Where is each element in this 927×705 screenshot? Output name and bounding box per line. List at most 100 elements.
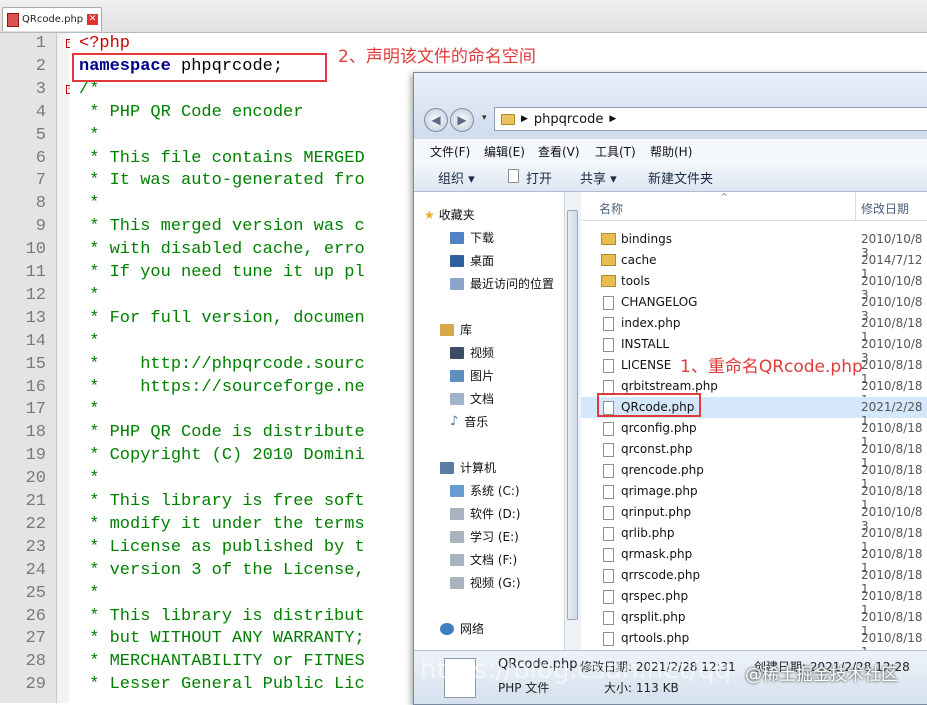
code-line[interactable]: * [79, 584, 99, 603]
nav-drive-f[interactable]: 文档 (F:) [450, 551, 517, 568]
nav-recent-places[interactable]: 最近访问的位置 [450, 275, 554, 292]
share-button[interactable]: 共享 ▾ [580, 168, 617, 187]
rename-highlight-box [597, 393, 701, 417]
code-line[interactable]: * If you need tune it up pl [79, 263, 364, 282]
file-list: 名称 ^ 修改日期 bindings 2010/10/8 3 cache 2014/7… [581, 192, 927, 659]
file-row[interactable]: qrmask.php 2010/8/18 1 [581, 544, 927, 575]
nav-videos[interactable]: 视频 [450, 344, 494, 361]
code-line[interactable]: * with disabled cache, erro [79, 240, 364, 259]
file-row[interactable]: index.php 2010/8/18 1 [581, 313, 927, 344]
file-row[interactable]: qrimage.php 2010/8/18 1 [581, 481, 927, 512]
code-line[interactable]: * modify it under the terms [79, 515, 364, 534]
code-line[interactable]: * [79, 332, 99, 351]
code-line[interactable]: * but WITHOUT ANY WARRANTY; [79, 629, 364, 648]
code-line[interactable]: * http://phpqrcode.sourc [79, 355, 364, 374]
nav-pictures[interactable]: 图片 [450, 367, 494, 384]
code-line[interactable]: <?php [79, 34, 130, 53]
menu-file[interactable]: 文件(F) [430, 143, 470, 160]
nav-network[interactable]: 网络 [440, 620, 484, 637]
code-line[interactable]: * License as published by t [79, 538, 364, 557]
code-line[interactable]: * [79, 194, 99, 213]
file-row[interactable]: tools 2010/10/8 3 [581, 271, 927, 302]
nav-drive-g[interactable]: 视频 (G:) [450, 574, 521, 591]
file-row[interactable]: qrinput.php 2010/10/8 3 [581, 502, 927, 533]
drive-icon [450, 530, 464, 543]
nav-desktop[interactable]: 桌面 [450, 252, 494, 269]
annotation-rename: 1、重命名QRcode.php [680, 357, 863, 377]
breadcrumb-arrow-icon[interactable]: ▶ [521, 114, 528, 124]
nav-favorites[interactable]: ★ 收藏夹 [424, 206, 475, 223]
column-divider[interactable] [855, 192, 856, 220]
menu-help[interactable]: 帮助(H) [650, 143, 692, 160]
nav-downloads[interactable]: 下载 [450, 229, 494, 246]
navigation-scrollbar[interactable] [564, 192, 581, 704]
code-line[interactable]: * [79, 469, 99, 488]
menu-tools[interactable]: 工具(T) [595, 143, 636, 160]
line-number: 5 [35, 125, 46, 145]
code-line[interactable]: * https://sourceforge.ne [79, 378, 364, 397]
column-name[interactable]: 名称 [599, 200, 623, 217]
code-line[interactable]: * PHP QR Code is distribute [79, 423, 364, 442]
code-line[interactable]: * This library is free soft [79, 492, 364, 511]
forward-button[interactable]: ▶ [450, 108, 474, 132]
code-line[interactable]: * For full version, documen [79, 309, 364, 328]
new-folder-button[interactable]: 新建文件夹 [648, 168, 713, 187]
line-number: 19 [25, 446, 46, 466]
history-dropdown-icon[interactable]: ▾ [482, 113, 487, 123]
url-watermark: https://blog.csdn.net/qq [420, 655, 732, 685]
file-row[interactable]: qrtools.php2010/8/18 1 [581, 628, 927, 659]
file-row[interactable]: cache 2014/7/12 1 [581, 250, 927, 281]
line-number: 29 [25, 675, 46, 695]
code-line[interactable]: /* [79, 80, 99, 99]
breadcrumb-arrow-icon[interactable]: ▶ [609, 114, 616, 124]
file-name: qrsplit.php [621, 610, 686, 624]
file-row[interactable]: qrrscode.php 2010/8/18 1 [581, 565, 927, 596]
organize-button[interactable]: 组织 ▾ [438, 168, 475, 187]
code-line[interactable]: * Copyright (C) 2010 Domini [79, 446, 364, 465]
file-row[interactable]: bindings 2010/10/8 3 [581, 229, 927, 260]
code-line[interactable]: * Lesser General Public Lic [79, 675, 364, 694]
column-date[interactable]: 修改日期 [861, 200, 909, 217]
code-line[interactable]: * This merged version was c [79, 217, 364, 236]
nav-music[interactable]: ♪ 音乐 [450, 413, 488, 430]
code-line[interactable]: * [79, 400, 99, 419]
open-button[interactable]: 打开 [526, 168, 552, 187]
nav-drive-e[interactable]: 学习 (E:) [450, 528, 519, 545]
close-tab-icon[interactable]: ✕ [87, 14, 99, 25]
file-row[interactable]: CHANGELOG 2010/10/8 3 [581, 292, 927, 323]
file-name: INSTALL [621, 337, 670, 351]
file-icon [603, 485, 614, 499]
line-number: 14 [25, 331, 46, 351]
video-library-icon [450, 346, 464, 359]
tab-qrcode-php[interactable]: QRcode.php ✕ [2, 7, 102, 31]
nav-libraries[interactable]: 库 [440, 321, 472, 338]
nav-drive-d[interactable]: 软件 (D:) [450, 505, 520, 522]
nav-documents[interactable]: 文档 [450, 390, 494, 407]
file-row[interactable]: qrconst.php 2010/8/18 1 [581, 439, 927, 470]
code-line[interactable]: * This file contains MERGED [79, 149, 364, 168]
code-line[interactable]: * [79, 286, 99, 305]
code-line[interactable]: * PHP QR Code encoder [79, 103, 303, 122]
code-line[interactable]: * It was auto-generated fro [79, 171, 364, 190]
file-row[interactable]: qrsplit.php 2010/8/18 1 [581, 607, 927, 638]
menu-view[interactable]: 查看(V) [538, 143, 580, 160]
nav-computer[interactable]: 计算机 [440, 459, 496, 476]
code-line[interactable]: * version 3 of the License, [79, 561, 364, 580]
code-line[interactable]: * This library is distribut [79, 607, 364, 626]
file-icon [603, 296, 614, 310]
menu-edit[interactable]: 编辑(E) [484, 143, 525, 160]
file-row[interactable]: qrlib.php 2010/8/18 1 [581, 523, 927, 554]
file-name: tools [621, 274, 650, 288]
nav-drive-c[interactable]: 系统 (C:) [450, 482, 520, 499]
breadcrumb-folder[interactable]: phpqrcode [534, 112, 603, 127]
code-line[interactable]: * [79, 126, 99, 145]
line-number: 4 [35, 102, 46, 122]
file-row[interactable]: qrspec.php 2010/8/18 1 [581, 586, 927, 617]
code-line[interactable]: * MERCHANTABILITY or FITNES [79, 652, 364, 671]
recent-places-icon [450, 277, 464, 290]
file-row[interactable]: qrencode.php 2010/8/18 1 [581, 460, 927, 491]
scrollbar-thumb[interactable] [567, 210, 578, 620]
back-button[interactable]: ◀ [424, 108, 448, 132]
address-field[interactable]: ▶ phpqrcode ▶ [494, 107, 927, 131]
file-row[interactable]: qrconfig.php 2010/8/18 1 [581, 418, 927, 449]
